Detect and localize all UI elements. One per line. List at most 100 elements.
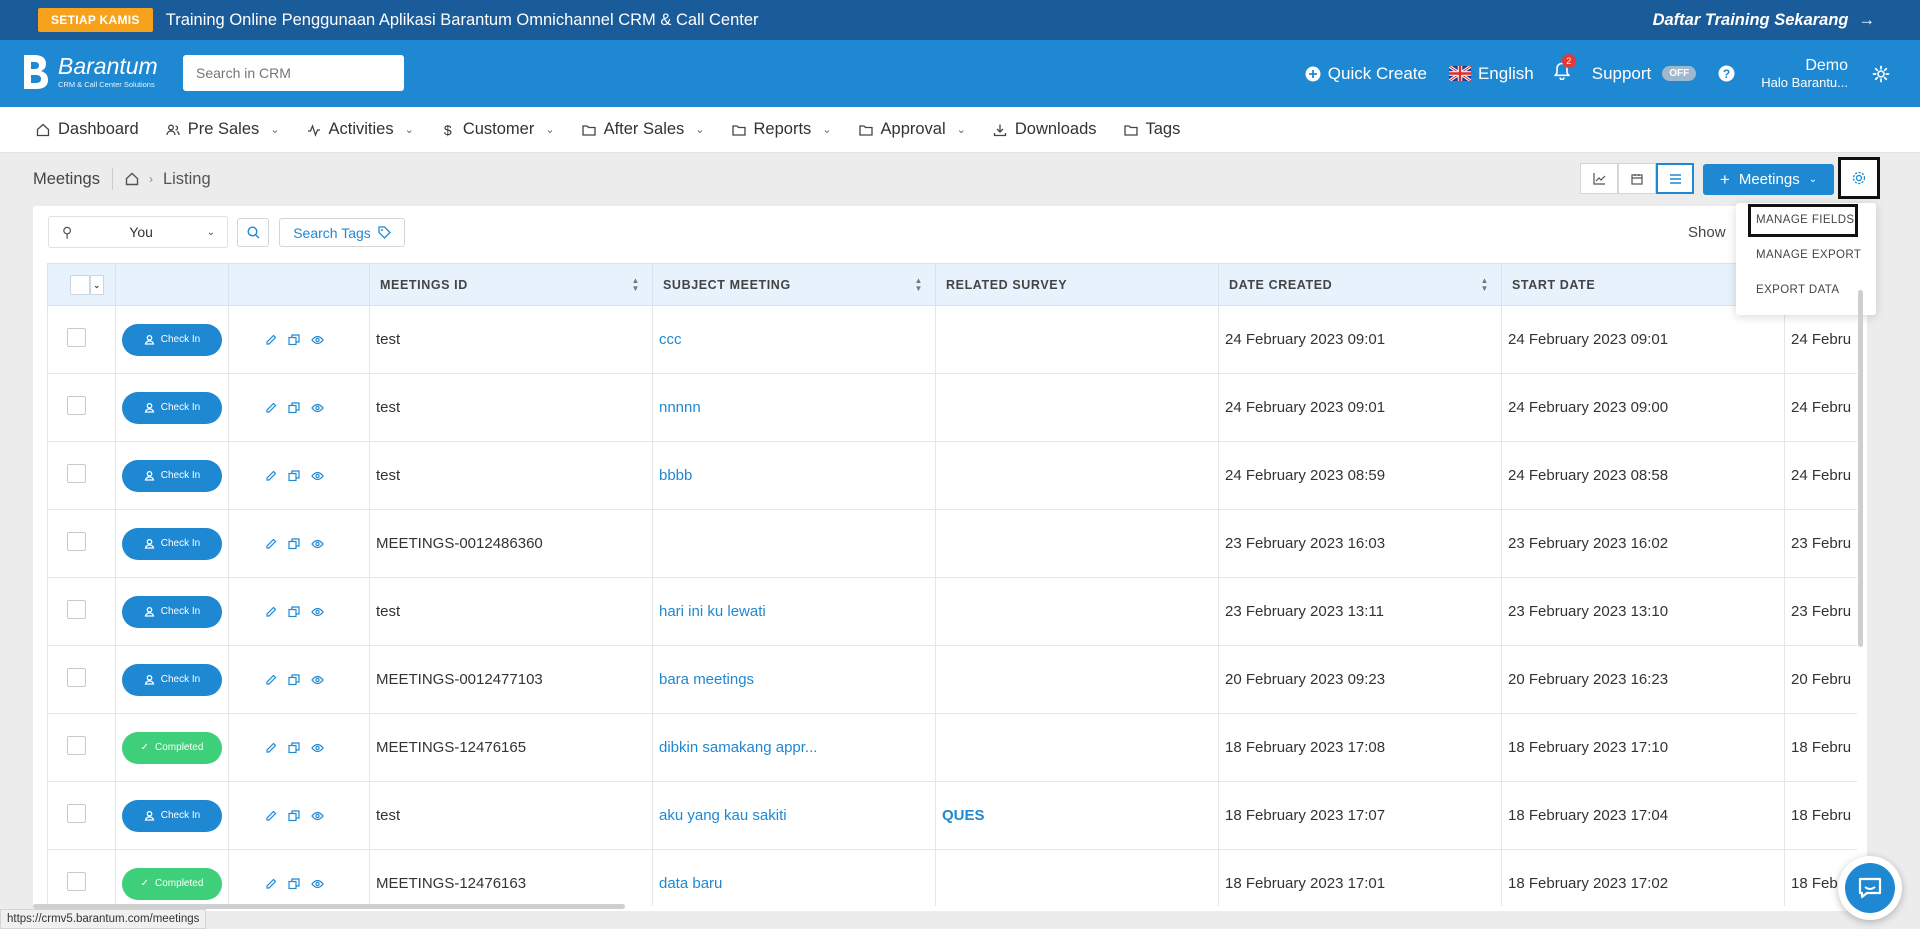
language-selector[interactable]: English <box>1448 64 1534 84</box>
duplicate-icon[interactable] <box>288 741 300 754</box>
duplicate-icon[interactable] <box>288 333 300 346</box>
check-in-button[interactable]: Check In <box>122 527 222 560</box>
subject-cell[interactable]: data baru <box>652 849 936 906</box>
subject-cell[interactable]: nnnnn <box>652 373 936 442</box>
row-checkbox[interactable] <box>67 464 86 483</box>
row-checkbox[interactable] <box>67 532 86 551</box>
related-survey-cell[interactable] <box>935 509 1219 578</box>
eye-icon[interactable] <box>311 538 324 550</box>
row-checkbox[interactable] <box>67 872 86 891</box>
edit-icon[interactable] <box>265 402 277 414</box>
related-survey-cell[interactable] <box>935 373 1219 442</box>
edit-icon[interactable] <box>265 810 277 822</box>
subject-cell[interactable]: bbbb <box>652 441 936 510</box>
subject-cell[interactable]: ccc <box>652 305 936 374</box>
related-survey-cell[interactable] <box>935 441 1219 510</box>
table-row[interactable]: Check In MEETINGS-0012486360 23 February 2… <box>47 509 1857 578</box>
eye-icon[interactable] <box>311 402 324 414</box>
check-in-button[interactable]: Check In <box>122 799 222 832</box>
settings-button[interactable] <box>1872 65 1890 83</box>
notification-button[interactable]: 2 <box>1553 54 1576 85</box>
promo-cta-link[interactable]: Daftar Training Sekarang → <box>1653 11 1875 30</box>
column-header-meetings-id[interactable]: MEETINGS ID ▲ ▼ <box>369 263 653 306</box>
support-toggle[interactable]: Support OFF <box>1592 64 1697 84</box>
related-survey-cell[interactable] <box>935 713 1219 782</box>
owner-filter-select[interactable]: ⚲ You ⌄ <box>48 216 228 248</box>
eye-icon[interactable] <box>311 606 324 618</box>
edit-icon[interactable] <box>265 606 277 618</box>
eye-icon[interactable] <box>311 334 324 346</box>
duplicate-icon[interactable] <box>288 605 300 618</box>
subject-cell[interactable]: hari ini ku lewati <box>652 577 936 646</box>
nav-item-customer[interactable]: $ Customer ⌄ <box>441 120 555 139</box>
table-row[interactable]: Check In MEETINGS-0012477103 bara meetings… <box>47 645 1857 714</box>
list-settings-button[interactable] <box>1838 157 1880 199</box>
nav-item-downloads[interactable]: Downloads <box>993 120 1097 139</box>
check-in-button[interactable]: Check In <box>122 323 222 356</box>
table-row[interactable]: Check In test hari ini ku lewati 23 Februar… <box>47 577 1857 646</box>
column-header-subject[interactable]: SUBJECT MEETING ▲ ▼ <box>652 263 936 306</box>
duplicate-icon[interactable] <box>288 537 300 550</box>
nav-item-pre-sales[interactable]: Pre Sales ⌄ <box>166 120 280 139</box>
search-tags-button[interactable]: Search Tags <box>279 218 405 247</box>
subject-cell[interactable] <box>652 509 936 578</box>
user-menu[interactable]: Demo Halo Barantu... <box>1761 56 1848 91</box>
check-in-button[interactable]: Check In <box>122 459 222 492</box>
chevron-down-icon[interactable]: ⌄ <box>90 274 104 295</box>
logo[interactable]: Barantum CRM & Call Center Solutions <box>20 53 158 91</box>
table-row[interactable]: Check In test ccc 24 February 2023 09:01 24 … <box>47 305 1857 374</box>
duplicate-icon[interactable] <box>288 401 300 414</box>
nav-item-activities[interactable]: Activities ⌄ <box>307 120 414 139</box>
eye-icon[interactable] <box>311 810 324 822</box>
table-row[interactable]: Check In test nnnnn 24 February 2023 09:01 2… <box>47 373 1857 442</box>
eye-icon[interactable] <box>311 674 324 686</box>
row-checkbox[interactable] <box>67 668 86 687</box>
subject-cell[interactable]: aku yang kau sakiti <box>652 781 936 850</box>
row-checkbox[interactable] <box>67 328 86 347</box>
table-row[interactable]: ✓ Completed MEETINGS-12476163 data baru 18 F… <box>47 849 1857 906</box>
row-checkbox[interactable] <box>67 804 86 823</box>
row-checkbox[interactable] <box>67 600 86 619</box>
subject-cell[interactable]: dibkin samakang appr... <box>652 713 936 782</box>
vertical-scrollbar[interactable] <box>1858 290 1863 647</box>
chat-widget-button[interactable] <box>1838 856 1902 920</box>
subject-cell[interactable]: bara meetings <box>652 645 936 714</box>
related-survey-cell[interactable] <box>935 849 1219 906</box>
nav-item-reports[interactable]: Reports ⌄ <box>731 120 832 139</box>
row-checkbox[interactable] <box>67 396 86 415</box>
table-row[interactable]: Check In test bbbb 24 February 2023 08:59 24… <box>47 441 1857 510</box>
edit-icon[interactable] <box>265 742 277 754</box>
column-header-date-created[interactable]: DATE CREATED ▲ ▼ <box>1218 263 1502 306</box>
edit-icon[interactable] <box>265 470 277 482</box>
nav-item-after-sales[interactable]: After Sales ⌄ <box>581 120 705 139</box>
quick-create-button[interactable]: Quick Create <box>1305 64 1427 84</box>
nav-item-approval[interactable]: Approval ⌄ <box>858 120 966 139</box>
help-button[interactable]: ? <box>1718 65 1735 82</box>
duplicate-icon[interactable] <box>288 469 300 482</box>
completed-button[interactable]: ✓ Completed <box>122 867 222 900</box>
crm-search-input[interactable] <box>183 55 404 91</box>
eye-icon[interactable] <box>311 470 324 482</box>
related-survey-cell[interactable]: QUES <box>935 781 1219 850</box>
edit-icon[interactable] <box>265 878 277 890</box>
duplicate-icon[interactable] <box>288 877 300 890</box>
menu-item-manage-fields[interactable]: MANAGE FIELDS <box>1756 214 1855 226</box>
edit-icon[interactable] <box>265 674 277 686</box>
calendar-view-button[interactable] <box>1618 163 1656 194</box>
menu-item-manage-export[interactable]: MANAGE EXPORT <box>1756 249 1861 261</box>
row-checkbox[interactable] <box>67 736 86 755</box>
table-row[interactable]: Check In test aku yang kau sakiti QUES 18 Fe… <box>47 781 1857 850</box>
select-all-checkbox[interactable] <box>70 274 90 295</box>
duplicate-icon[interactable] <box>288 809 300 822</box>
edit-icon[interactable] <box>265 538 277 550</box>
menu-item-export-data[interactable]: EXPORT DATA <box>1756 284 1839 296</box>
related-survey-cell[interactable] <box>935 305 1219 374</box>
chart-view-button[interactable] <box>1580 163 1618 194</box>
check-in-button[interactable]: Check In <box>122 595 222 628</box>
check-in-button[interactable]: Check In <box>122 391 222 424</box>
check-in-button[interactable]: Check In <box>122 663 222 696</box>
related-survey-cell[interactable] <box>935 577 1219 646</box>
related-survey-cell[interactable] <box>935 645 1219 714</box>
add-meetings-button[interactable]: + Meetings ⌄ <box>1703 164 1834 195</box>
home-icon[interactable] <box>125 172 139 186</box>
